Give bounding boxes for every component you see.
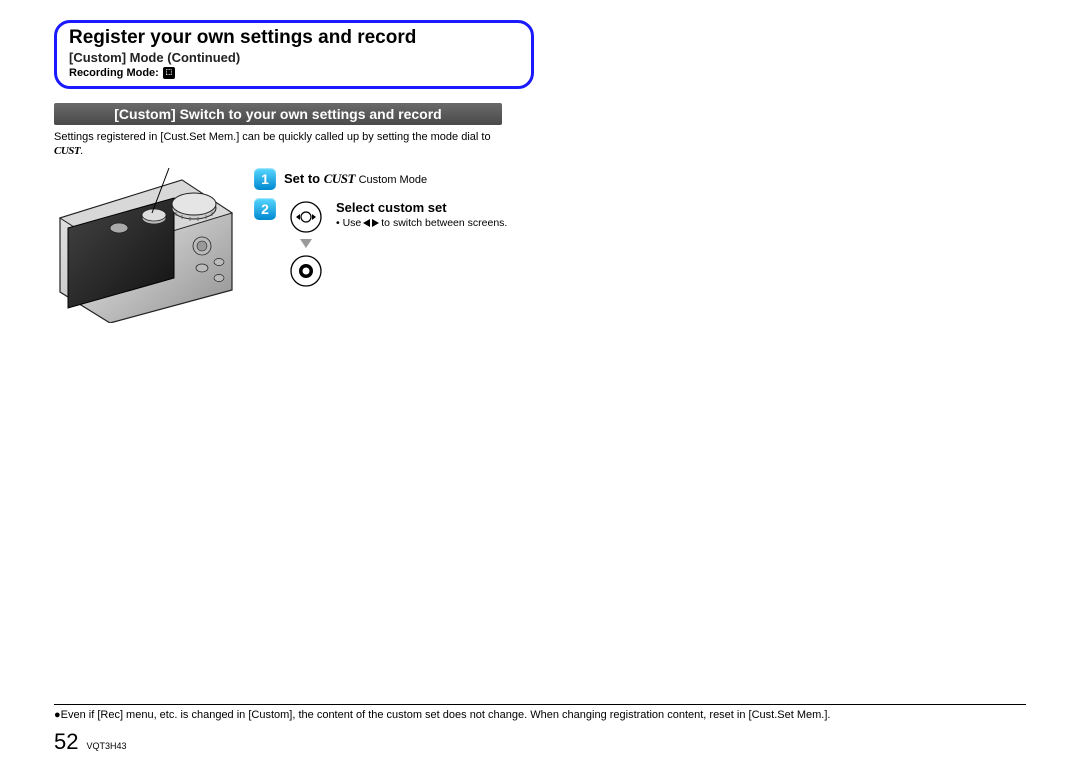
page-title: Register your own settings and record [69,27,519,50]
custom-mode-icon: ⬚ [163,67,175,79]
step-1: 1 Set to CUST Custom Mode [254,168,1026,190]
step-2-title: Select custom set [336,200,507,215]
step-2-sub: • Use to switch between screens. [336,217,507,229]
recording-mode-row: Recording Mode: ⬚ [69,67,519,80]
step-badge-2: 2 [254,198,276,220]
dpad-illustration [284,200,328,288]
dpad-top-icon [289,200,323,234]
header-subtitle: [Custom] Mode (Continued) [69,50,519,67]
triangle-left-icon [363,219,370,227]
step-badge-1: 1 [254,168,276,190]
footer-rule [54,704,1026,705]
page-number: 52 [54,729,78,755]
doc-code: VQT3H43 [86,741,126,751]
dpad-bottom-icon [289,254,323,288]
footnote: ●Even if [Rec] menu, etc. is changed in … [54,709,1026,723]
step-2: 2 [254,198,1026,288]
header-box: Register your own settings and record [C… [54,20,534,89]
triangle-right-icon [372,219,379,227]
steps-column: 1 Set to CUST Custom Mode 2 [254,168,1026,328]
camera-icon [54,168,238,323]
camera-illustration [54,168,238,328]
page-footer: 52 VQT3H43 [54,729,1026,755]
content-row: 1 Set to CUST Custom Mode 2 [54,168,1026,328]
step-1-title: Set to CUST [284,171,359,186]
intro-text: Settings registered in [Cust.Set Mem.] c… [54,131,502,159]
down-arrow-icon [298,236,314,252]
section-heading: [Custom] Switch to your own settings and… [54,103,502,125]
